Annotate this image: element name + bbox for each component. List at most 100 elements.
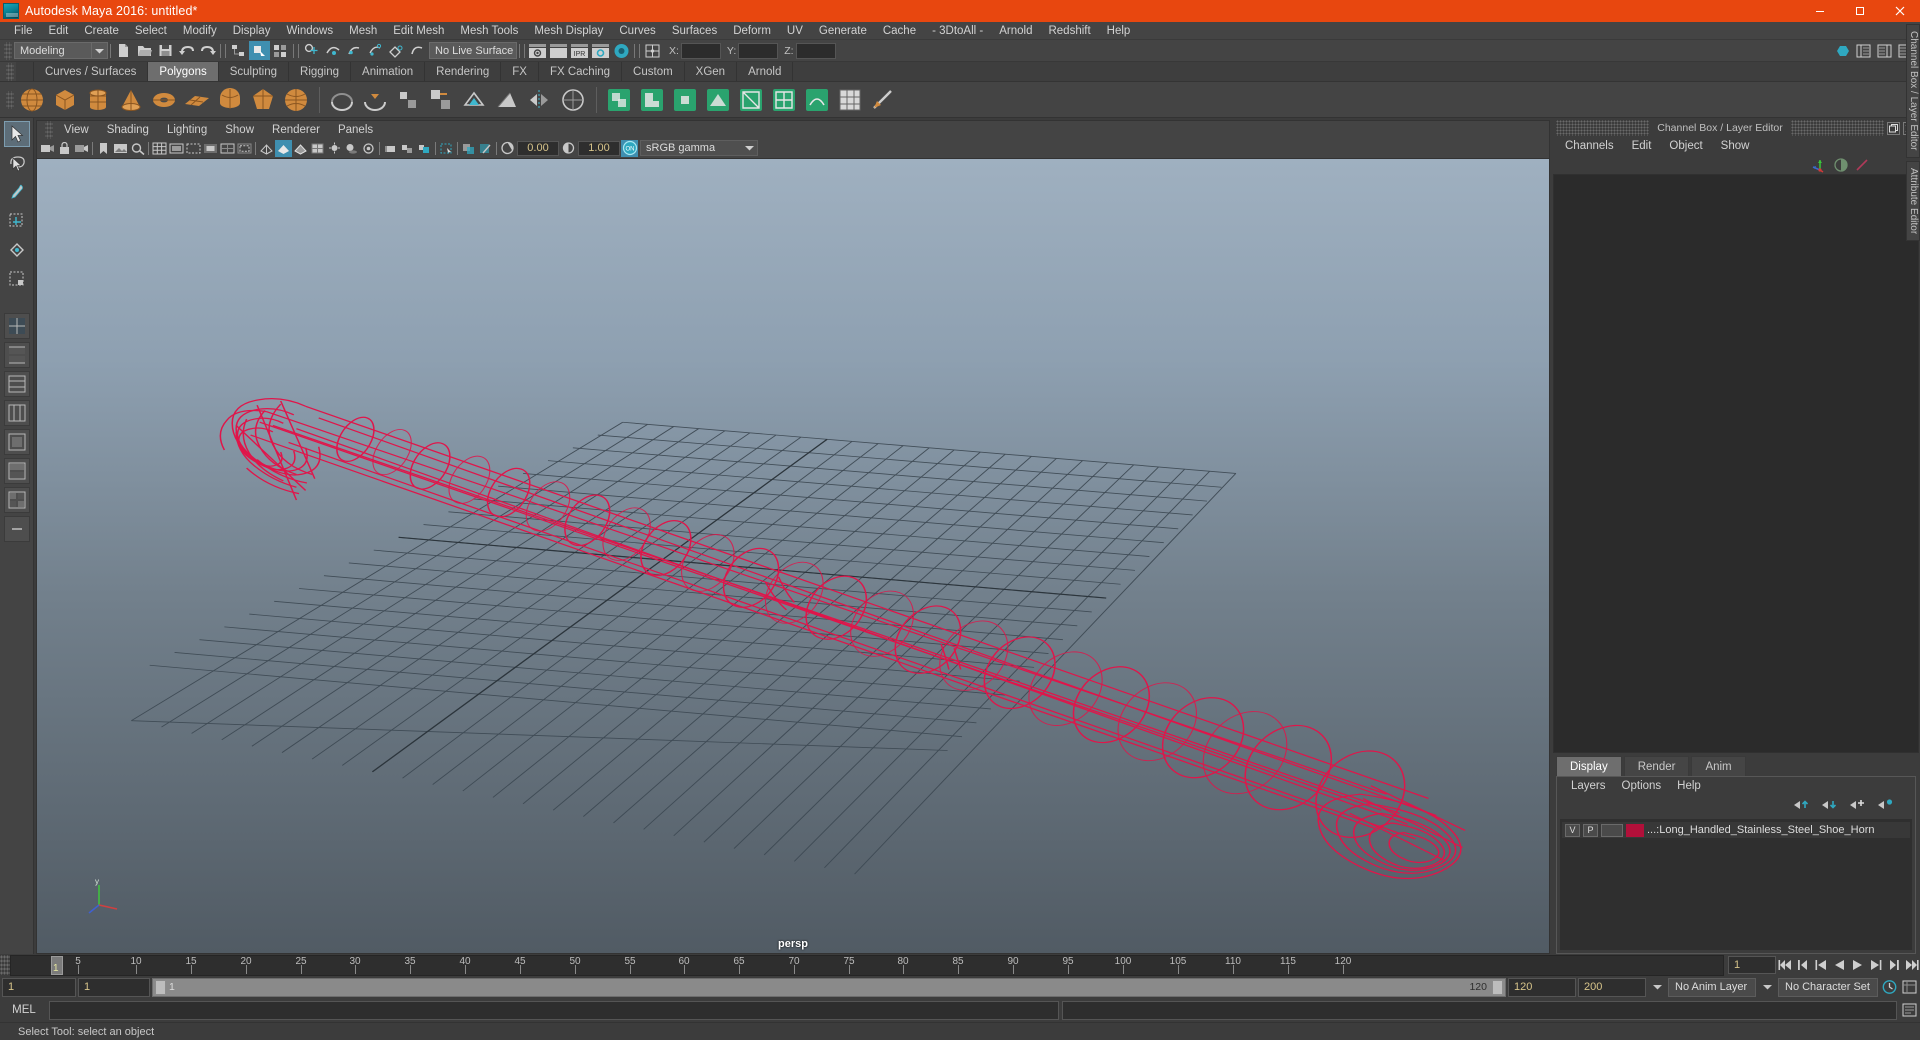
exposure-icon[interactable] [499,140,516,157]
chevron-down-icon[interactable] [1758,978,1776,996]
shaded-wireframe-icon[interactable] [292,140,309,157]
menu-modify[interactable]: Modify [175,22,225,40]
quick-layout-single-icon[interactable] [3,429,30,455]
screen-space-ao-icon[interactable] [360,140,377,157]
poly-triangulate-icon[interactable] [735,84,767,116]
show-hide-attribute-editor-icon[interactable] [1853,41,1874,60]
make-live-icon[interactable] [406,41,427,60]
field-chart-icon[interactable] [219,140,236,157]
coord-x-field[interactable] [680,42,721,59]
shelf-tab-arnold[interactable]: Arnold [737,62,794,81]
play-forwards-icon[interactable] [1848,956,1866,974]
wireframe-icon[interactable] [258,140,275,157]
show-manipulators-icon[interactable] [1809,156,1830,175]
quick-layout-more-icon[interactable] [3,516,30,542]
anim-start-field[interactable]: 1 [78,977,150,997]
camera-attributes-icon[interactable] [73,140,90,157]
go-to-end-icon[interactable] [1902,956,1920,974]
menu-deform[interactable]: Deform [725,22,779,40]
xray-joints-icon[interactable] [477,140,494,157]
shelf-tab-fx[interactable]: FX [501,62,539,81]
viewport-grip[interactable] [45,120,53,139]
range-handle-right[interactable] [1492,979,1503,995]
channel-box-menu-edit[interactable]: Edit [1623,136,1661,156]
select-by-component-type-icon[interactable] [270,41,291,60]
shelf-menu-button[interactable] [16,62,34,81]
time-slider-grip[interactable] [0,955,10,975]
chevron-down-icon[interactable] [92,42,108,59]
viewport-menu-panels[interactable]: Panels [329,121,382,139]
undo-icon[interactable] [176,41,197,60]
snap-to-point-icon[interactable] [343,41,364,60]
script-editor-icon[interactable] [1900,1001,1918,1019]
panel-drag-dots[interactable] [1790,120,1884,136]
paint-select-tool[interactable] [4,179,30,205]
layer-list[interactable]: V P ...:Long_Handled_Stainless_Steel_Sho… [1560,819,1912,950]
new-layer-icon[interactable] [1849,798,1865,814]
two-d-pan-zoom-icon[interactable] [129,140,146,157]
snap-to-projected-center-icon[interactable] [364,41,385,60]
poly-cylinder-icon[interactable] [82,84,114,116]
tab-display[interactable]: Display [1556,756,1622,776]
menu-arnold[interactable]: Arnold [991,22,1040,40]
show-hide-tool-settings-icon[interactable] [1874,41,1895,60]
layer-menu-help[interactable]: Help [1669,780,1709,792]
ipr-render-icon[interactable]: IPR [569,41,590,60]
redo-previous-render-icon[interactable] [548,41,569,60]
poly-smooth-icon[interactable] [557,84,589,116]
current-frame-field[interactable]: 1 [1728,956,1776,974]
layer-menu-layers[interactable]: Layers [1563,780,1614,792]
isolate-select-icon[interactable] [438,140,455,157]
close-icon[interactable] [1880,0,1920,22]
anim-layer-selector[interactable]: No Anim Layer [1668,977,1756,997]
menu-edit[interactable]: Edit [41,22,77,40]
menu-set-selector[interactable]: Modeling [14,42,92,59]
depth-of-field-icon[interactable] [416,140,433,157]
command-output[interactable] [1062,1000,1897,1020]
poly-platonic-icon[interactable] [247,84,279,116]
select-camera-icon[interactable] [39,140,56,157]
move-tool[interactable] [4,208,30,234]
range-slider-bar[interactable]: 1 120 [152,977,1506,997]
exposure-field[interactable]: 0.00 [517,140,559,156]
step-forward-key-icon[interactable] [1884,956,1902,974]
select-by-hierarchy-icon[interactable] [228,41,249,60]
channel-box-content[interactable] [1553,174,1919,753]
tab-render[interactable]: Render [1623,756,1690,776]
rotate-tool[interactable] [4,237,30,263]
quick-layout-four-icon[interactable] [3,313,30,339]
step-forward-frame-icon[interactable] [1866,956,1884,974]
channel-box-menu-channels[interactable]: Channels [1556,136,1623,156]
range-start-field[interactable]: 1 [2,977,76,997]
shelf-tab-rendering[interactable]: Rendering [425,62,502,81]
lock-camera-icon[interactable] [56,140,73,157]
viewport-menu-shading[interactable]: Shading [98,121,158,139]
shelf-tab-sculpting[interactable]: Sculpting [218,62,290,81]
poly-sphere-icon[interactable] [16,84,48,116]
viewport-menu-show[interactable]: Show [216,121,263,139]
poly-disc-icon[interactable] [214,84,246,116]
menu-mesh-display[interactable]: Mesh Display [526,22,611,40]
layer-visibility-toggle[interactable]: V [1565,823,1580,837]
shelf-tab-animation[interactable]: Animation [351,62,426,81]
menu-redshift[interactable]: Redshift [1040,22,1098,40]
viewport-menu-renderer[interactable]: Renderer [263,121,329,139]
menu-mesh-tools[interactable]: Mesh Tools [452,22,526,40]
perspective-viewport[interactable]: y persp [36,158,1550,954]
layer-color-swatch[interactable] [1626,823,1644,837]
poly-boolean-difference-icon[interactable] [636,84,668,116]
auto-keyframe-icon[interactable] [1880,978,1898,996]
safe-action-icon[interactable] [236,140,253,157]
range-end-field[interactable]: 200 [1578,977,1646,997]
viewport-menu-lighting[interactable]: Lighting [158,121,216,139]
move-layer-up-icon[interactable] [1793,798,1809,814]
menu-generate[interactable]: Generate [811,22,875,40]
poly-combine-icon[interactable] [326,84,358,116]
film-gate-icon[interactable] [168,140,185,157]
poly-retopologize-icon[interactable] [801,84,833,116]
undock-icon[interactable] [1887,121,1900,135]
lasso-select-tool[interactable] [4,150,30,176]
poly-mirror-icon[interactable] [524,84,556,116]
resolution-gate-icon[interactable] [185,140,202,157]
gate-mask-icon[interactable] [202,140,219,157]
